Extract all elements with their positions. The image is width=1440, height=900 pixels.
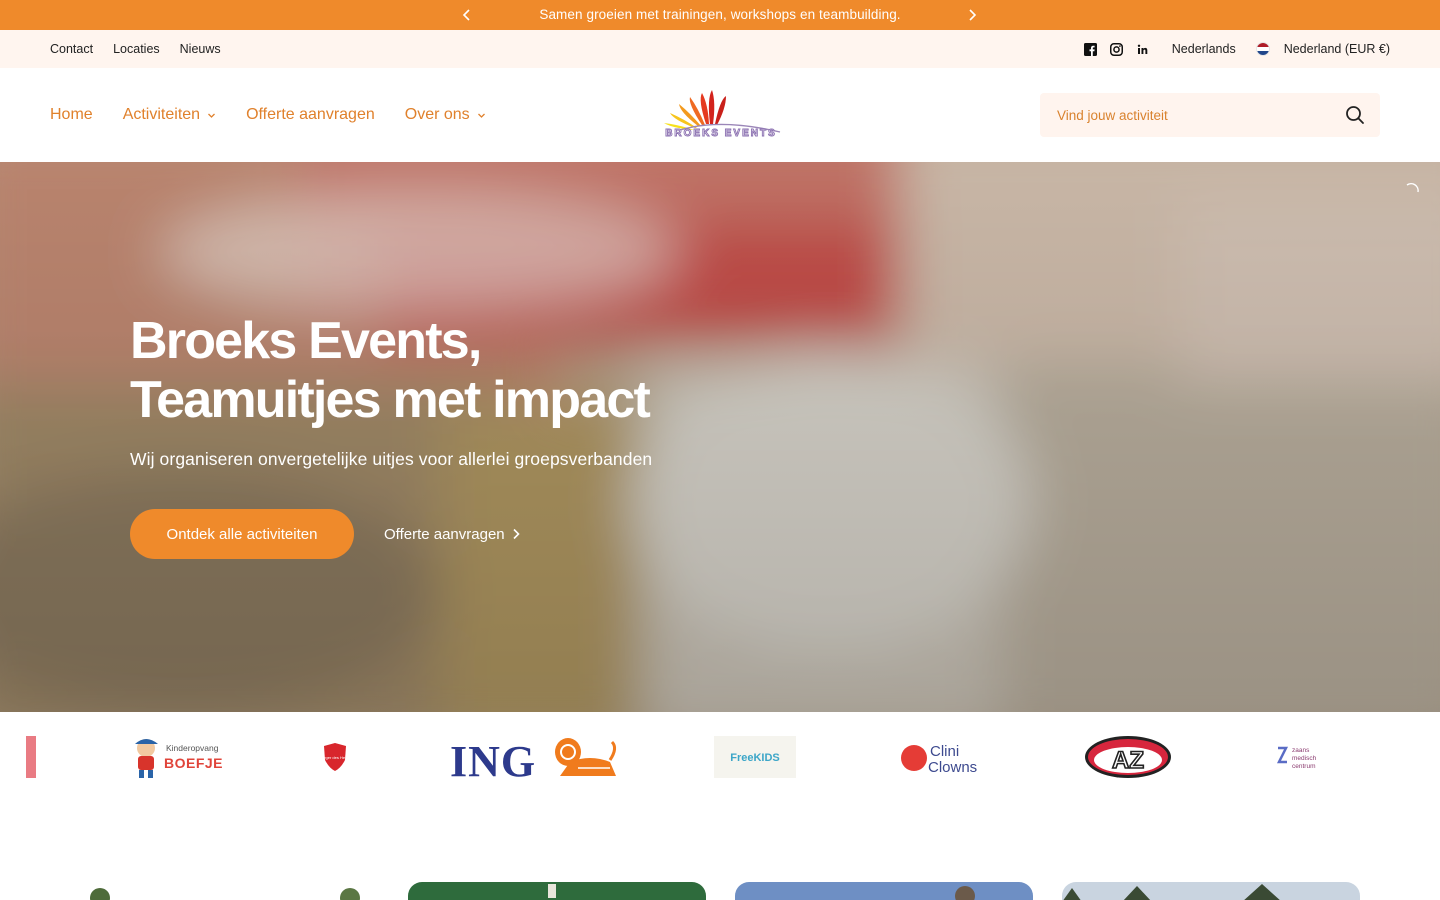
language-selector[interactable]: Nederlands bbox=[1172, 42, 1236, 56]
ing-lion-icon bbox=[555, 738, 617, 776]
chevron-down-icon bbox=[477, 113, 485, 118]
zaans-text-1: zaans bbox=[1292, 747, 1310, 754]
partner-logo-boefje: Kinderopvang BOEFJE bbox=[130, 732, 222, 782]
activity-card-4[interactable] bbox=[1062, 882, 1360, 900]
chevron-right-icon bbox=[969, 9, 977, 21]
cliniclowns-text-1: Clini bbox=[930, 743, 959, 760]
utility-link-nieuws[interactable]: Nieuws bbox=[180, 42, 221, 56]
logo-fan-icon bbox=[664, 90, 781, 133]
partner-logos-strip: Kinderopvang BOEFJE Leger des Heils ING … bbox=[0, 712, 1440, 802]
boefje-small-text: Kinderopvang bbox=[166, 743, 219, 753]
az-text: AZ bbox=[1112, 747, 1144, 774]
partner-logo-ing: ING bbox=[450, 732, 620, 782]
site-logo[interactable]: BROEKS EVENTS bbox=[660, 88, 782, 142]
instagram-icon[interactable] bbox=[1110, 42, 1124, 56]
hero-subtitle: Wij organiseren onvergetelijke uitjes vo… bbox=[130, 449, 653, 469]
freekids-text: FreeKIDS bbox=[730, 752, 780, 764]
nav-item-label: Home bbox=[50, 106, 93, 123]
announcement-text: Samen groeien met trainingen, workshops … bbox=[539, 7, 901, 22]
announcement-bar: Samen groeien met trainingen, workshops … bbox=[0, 0, 1440, 30]
nav-item-label: Over ons bbox=[404, 106, 470, 123]
announcement-next-button[interactable] bbox=[964, 7, 980, 23]
nav-item-over-ons[interactable]: Over ons bbox=[405, 106, 486, 124]
ing-text: ING bbox=[450, 737, 536, 780]
utility-bar: Contact Locaties Nieuws Nederlands Neder… bbox=[0, 30, 1440, 68]
country-selector[interactable]: Nederland (EUR €) bbox=[1255, 42, 1390, 56]
partner-logo-az: AZ bbox=[1084, 732, 1172, 782]
partner-logo-cliniclowns: Clini Clowns bbox=[900, 732, 984, 782]
hero-quote-label: Offerte aanvragen bbox=[384, 525, 505, 543]
logo-text: BROEKS EVENTS bbox=[665, 128, 777, 139]
boefje-text: BOEFJE bbox=[164, 755, 222, 771]
nav-item-offerte[interactable]: Offerte aanvragen bbox=[246, 106, 375, 124]
country-label: Nederland (EUR €) bbox=[1283, 42, 1390, 56]
partner-logo-zaans-medisch-centrum: zaans medisch centrum bbox=[1276, 732, 1326, 782]
main-header: Home Activiteiten Offerte aanvragen Over… bbox=[0, 68, 1440, 162]
activity-card-3[interactable] bbox=[735, 882, 1033, 900]
chevron-down-icon bbox=[208, 113, 216, 118]
nav-item-home[interactable]: Home bbox=[50, 106, 93, 124]
hero-title: Broeks Events, Teamuitjes met impact bbox=[130, 312, 930, 430]
search-input[interactable] bbox=[1040, 93, 1330, 137]
activity-cards-row bbox=[0, 880, 1440, 900]
hero-background-image bbox=[0, 162, 1440, 712]
zaans-text-2: medisch bbox=[1292, 755, 1317, 762]
utility-right: Nederlands Nederland (EUR €) bbox=[1084, 30, 1390, 68]
utility-link-locaties[interactable]: Locaties bbox=[113, 42, 160, 56]
zaans-text-3: centrum bbox=[1292, 763, 1315, 770]
main-nav: Home Activiteiten Offerte aanvragen Over… bbox=[50, 68, 486, 162]
search-icon[interactable] bbox=[1345, 105, 1365, 125]
utility-link-contact[interactable]: Contact bbox=[50, 42, 93, 56]
facebook-icon[interactable] bbox=[1084, 42, 1098, 56]
search-box bbox=[1040, 93, 1380, 137]
nav-item-activiteiten[interactable]: Activiteiten bbox=[123, 106, 216, 124]
utility-links: Contact Locaties Nieuws bbox=[50, 30, 221, 68]
netherlands-flag-icon bbox=[1255, 42, 1270, 56]
partner-logo-partial bbox=[25, 732, 37, 782]
activity-card-1[interactable] bbox=[80, 882, 378, 900]
loading-spinner-icon bbox=[1406, 182, 1419, 193]
linkedin-icon[interactable] bbox=[1136, 42, 1150, 56]
nav-item-label: Activiteiten bbox=[122, 106, 201, 123]
hero-section: Broeks Events, Teamuitjes met impact Wij… bbox=[0, 162, 1440, 712]
partner-logo-salvation-army: Leger des Heils bbox=[320, 732, 350, 782]
nav-item-label: Offerte aanvragen bbox=[246, 106, 375, 123]
hero-quote-link[interactable]: Offerte aanvragen bbox=[384, 509, 520, 559]
hero-title-line1: Broeks Events, bbox=[130, 312, 482, 370]
hero-cta-label: Ontdek alle activiteiten bbox=[166, 525, 318, 543]
partner-logo-freekids: FreeKIDS bbox=[714, 732, 796, 782]
salvation-text: Leger des Heils bbox=[321, 755, 349, 760]
chevron-right-icon bbox=[513, 528, 520, 540]
activity-card-2[interactable] bbox=[408, 882, 706, 900]
hero-cta-button[interactable]: Ontdek alle activiteiten bbox=[130, 509, 354, 559]
social-links bbox=[1084, 42, 1150, 56]
cliniclowns-text-2: Clowns bbox=[928, 759, 977, 774]
hero-title-line2: Teamuitjes met impact bbox=[130, 371, 651, 429]
